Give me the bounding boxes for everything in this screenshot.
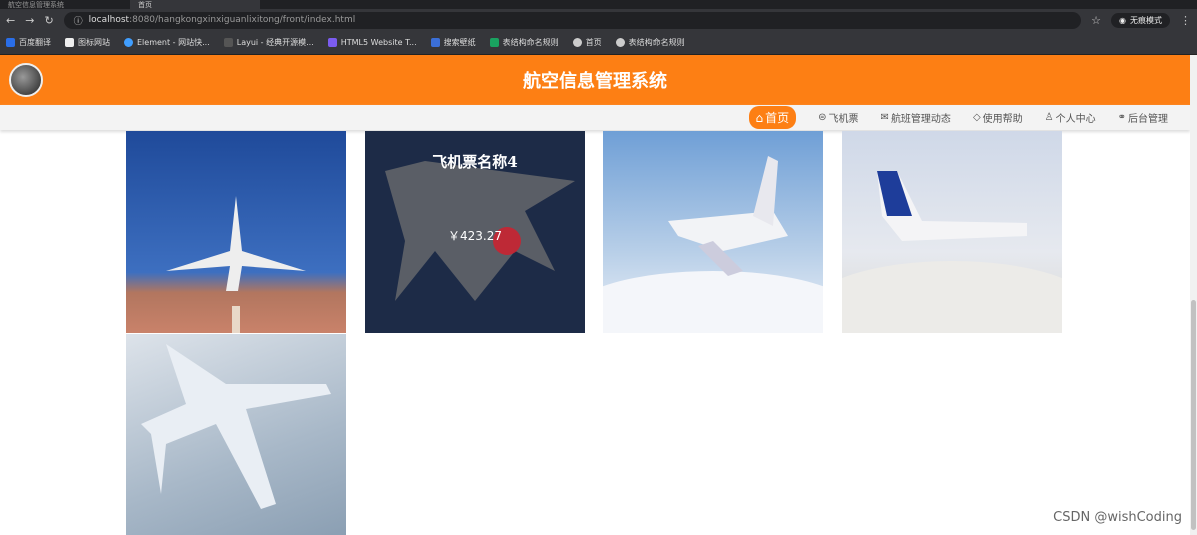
globe-icon (572, 38, 582, 47)
plane-image (141, 344, 331, 509)
url-host: localhost (88, 15, 130, 25)
profile-label: 无痕模式 (1130, 15, 1162, 25)
tab-label: 航空信息管理系统 (8, 0, 64, 9)
mail-icon: ✉ (880, 112, 889, 123)
bookmark[interactable]: HTML5 Website T... (327, 38, 417, 47)
star-icon[interactable]: ☆ (1091, 14, 1101, 27)
nav-admin[interactable]: ⚭ 后台管理 (1118, 110, 1168, 125)
nav-help[interactable]: ◇ 使用帮助 (973, 110, 1023, 125)
bookmark-label: 图标网站 (78, 38, 110, 47)
nav-flight-news[interactable]: ✉ 航班管理动态 (881, 110, 951, 125)
tag-icon: ◇ (972, 112, 981, 123)
site-title: 航空信息管理系统 (523, 71, 667, 92)
bookmark-label: Element - 网站快... (137, 38, 210, 47)
plane-image (166, 196, 306, 333)
nav-tickets[interactable]: ⊜ 飞机票 (818, 110, 858, 125)
profile-button[interactable]: ◉ 无痕模式 (1111, 12, 1170, 28)
menu-icon[interactable]: ⋮ (1180, 14, 1191, 27)
nav-label: 个人中心 (1055, 114, 1096, 125)
site-logo[interactable] (9, 63, 43, 97)
home-icon: ⌂ (755, 110, 764, 125)
bookmark-label: 百度翻译 (19, 38, 51, 47)
bookmark-icon (6, 38, 15, 47)
nav-label: 后台管理 (1128, 114, 1168, 125)
card-overlay: 飞机票名称4 ￥423.27 (365, 131, 585, 333)
site-header: 航空信息管理系统 (0, 55, 1190, 105)
nav-label: 使用帮助 (982, 114, 1023, 125)
html5-icon (327, 38, 337, 47)
layui-icon (223, 38, 233, 47)
watermark: CSDN @wishCoding (1053, 510, 1182, 525)
bookmark-label: 搜索壁纸 (443, 38, 476, 47)
bookmark[interactable]: 百度翻译 (6, 37, 51, 48)
info-icon: ⓘ (73, 16, 83, 27)
nav-label: 飞机票 (828, 114, 859, 125)
incognito-icon: ◉ (1119, 15, 1126, 25)
ticket-icon: ⊜ (818, 112, 827, 123)
bookmark[interactable]: 首页 (572, 37, 602, 48)
ticket-card[interactable] (842, 131, 1062, 333)
address-bar-row: ← → ↻ ⓘ localhost:8080/hangkongxinxiguanlix… (0, 9, 1197, 31)
ticket-card[interactable] (126, 334, 346, 535)
ticket-card-hovered[interactable]: 飞机票名称4 ￥423.27 (365, 131, 585, 333)
browser-tab-bar: 航空信息管理系统 首页 (0, 0, 1197, 9)
nav-user-center[interactable]: ♙ 个人中心 (1045, 110, 1096, 125)
nav-label: 首页 (765, 111, 790, 125)
plane-image (842, 171, 1062, 333)
wallpaper-icon (430, 38, 440, 47)
ticket-price: ￥423.27 (448, 228, 502, 243)
plane-image (603, 156, 823, 333)
tab-label: 首页 (138, 0, 152, 9)
nav-label: 航班管理动态 (890, 114, 951, 125)
scrollbar-thumb[interactable] (1191, 300, 1196, 530)
bookmark[interactable]: 图标网站 (65, 37, 110, 48)
url-path: :8080/hangkongxinxiguanlixitong/front/in… (129, 15, 356, 25)
url-input[interactable]: ⓘ localhost:8080/hangkongxinxiguanlixiton… (63, 11, 1082, 29)
browser-tab[interactable]: 航空信息管理系统 (0, 0, 130, 9)
bookmark[interactable]: Element - 网站快... (124, 37, 210, 48)
element-icon (124, 38, 133, 47)
bookmark[interactable]: 表结构命名规则 (615, 37, 685, 48)
ticket-card[interactable] (126, 131, 346, 333)
bookmark[interactable]: Layui - 经典开源模... (223, 37, 314, 48)
bookmark[interactable]: 搜索壁纸 (430, 37, 476, 48)
reload-icon[interactable]: ↻ (44, 14, 53, 27)
bookmark[interactable]: 表结构命名规则 (489, 37, 559, 48)
forward-icon[interactable]: → (25, 14, 34, 27)
user-icon: ♙ (1044, 112, 1054, 123)
bookmark-label: Layui - 经典开源模... (236, 38, 314, 47)
bookmark-label: HTML5 Website T... (340, 38, 417, 47)
main-nav: ⌂ 首页 ⊜ 飞机票 ✉ 航班管理动态 ◇ 使用帮助 ♙ 个人中心 ⚭ 后台管理 (0, 105, 1190, 130)
back-icon[interactable]: ← (6, 14, 15, 27)
ticket-card[interactable] (603, 131, 823, 333)
bookmark-label: 首页 (585, 38, 602, 47)
globe-icon (615, 38, 625, 47)
bookmarks-bar: 百度翻译 图标网站 Element - 网站快... Layui - 经典开源模… (0, 31, 1197, 55)
sheet-icon (489, 38, 499, 47)
bookmark-label: 表结构命名规则 (502, 38, 559, 47)
flag-icon (65, 38, 74, 47)
browser-tab-active[interactable]: 首页 (130, 0, 260, 9)
nav-home[interactable]: ⌂ 首页 (748, 106, 797, 129)
link-icon: ⚭ (1117, 112, 1126, 123)
page-scrollbar[interactable] (1190, 55, 1197, 535)
ticket-name: 飞机票名称4 (432, 152, 518, 171)
bookmark-label: 表结构命名规则 (628, 38, 685, 47)
